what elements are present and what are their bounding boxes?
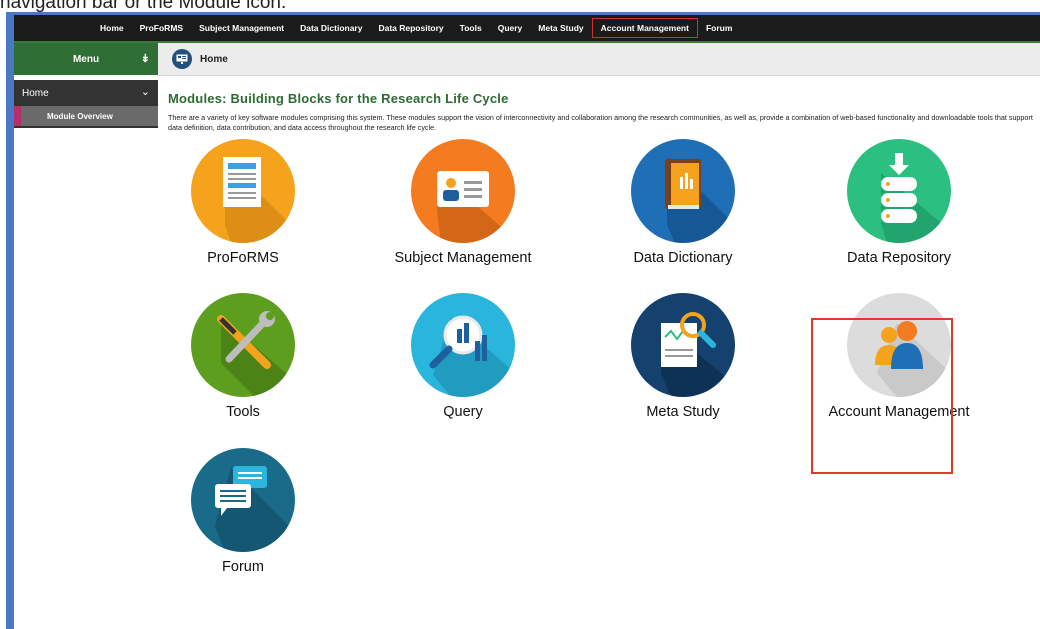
sidebar-divider (14, 126, 158, 128)
double-chevron-down-icon[interactable]: ↡ (141, 52, 150, 65)
module-query[interactable]: Query (378, 293, 548, 421)
module-label: Forum (222, 559, 264, 575)
module-subject-management[interactable]: Subject Management (378, 139, 548, 267)
nav-data-dictionary[interactable]: Data Dictionary (292, 15, 370, 41)
module-label: Tools (226, 404, 260, 420)
main-content: Home Modules: Building Blocks for the Re… (158, 43, 1040, 629)
wrench-screwdriver-icon[interactable] (191, 293, 295, 397)
module-label: Data Repository (847, 250, 951, 266)
sidebar-menu-title: Menu (72, 53, 100, 65)
module-tools[interactable]: Tools (158, 293, 328, 421)
module-label: Meta Study (646, 404, 720, 420)
module-label: Query (443, 404, 483, 420)
breadcrumb: Home (158, 43, 1040, 76)
sidebar-item-module-overview[interactable]: Module Overview (14, 106, 158, 126)
monitor-home-icon (172, 49, 192, 69)
chat-bubbles-icon[interactable] (191, 448, 295, 552)
page-title: Modules: Building Blocks for the Researc… (168, 91, 509, 106)
module-data-dictionary[interactable]: Data Dictionary (598, 139, 768, 267)
nav-data-repository[interactable]: Data Repository (370, 15, 451, 41)
magnifier-chart-icon[interactable] (411, 293, 515, 397)
nav-account-management[interactable]: Account Management (591, 18, 698, 38)
module-proforms[interactable]: ProFoRMS (158, 139, 328, 267)
sidebar: Menu ↡ Home ⌄ Module Overview (14, 43, 158, 629)
module-label: ProFoRMS (207, 250, 279, 266)
nav-forum[interactable]: Forum (698, 15, 740, 41)
nav-meta-study[interactable]: Meta Study (530, 15, 591, 41)
nav-home[interactable]: Home (92, 15, 132, 41)
nav-proforms[interactable]: ProFoRMS (132, 15, 191, 41)
module-data-repository[interactable]: Data Repository (814, 139, 984, 267)
page-intro: There are a variety of key software modu… (168, 113, 1033, 132)
highlight-box (811, 318, 953, 474)
module-label: Data Dictionary (633, 250, 733, 266)
breadcrumb-current: Home (200, 53, 228, 65)
sidebar-menu-header[interactable]: Menu ↡ (14, 43, 158, 75)
book-icon[interactable] (631, 139, 735, 243)
id-card-icon[interactable] (411, 139, 515, 243)
sidebar-item-home-label: Home (22, 87, 49, 99)
app-window: Home ProFoRMS Subject Management Data Di… (14, 15, 1040, 629)
chevron-down-icon[interactable]: ⌄ (141, 85, 150, 98)
sidebar-item-home[interactable]: Home ⌄ (14, 80, 158, 106)
nav-query[interactable]: Query (490, 15, 531, 41)
module-meta-study[interactable]: Meta Study (598, 293, 768, 421)
nav-tools[interactable]: Tools (452, 15, 490, 41)
database-download-icon[interactable] (847, 139, 951, 243)
report-magnifier-icon[interactable] (631, 293, 735, 397)
top-navigation: Home ProFoRMS Subject Management Data Di… (14, 15, 1040, 41)
nav-subject-management[interactable]: Subject Management (191, 15, 292, 41)
module-label: Subject Management (394, 250, 532, 266)
form-document-icon[interactable] (191, 139, 295, 243)
module-forum[interactable]: Forum (158, 448, 328, 576)
